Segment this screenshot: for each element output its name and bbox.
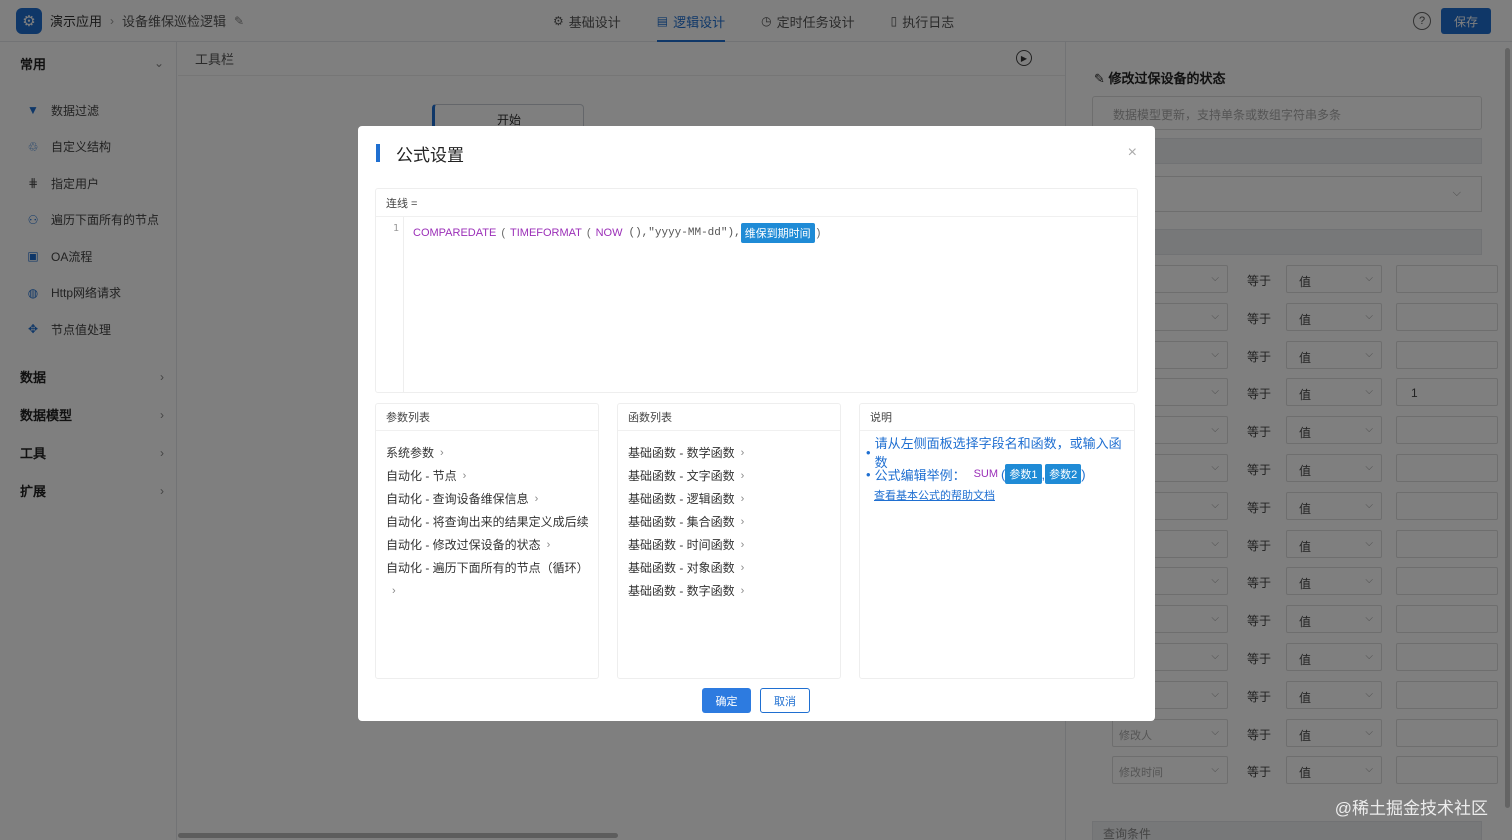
line-number: 1 — [376, 217, 404, 392]
chevron-right-icon: › — [740, 469, 745, 482]
functions-list-header: 函数列表 — [618, 404, 840, 431]
paren-token: ) — [816, 227, 821, 239]
function-item[interactable]: 基础函数 - 数字函数 › — [618, 579, 840, 602]
field-tag[interactable]: 维保到期时间 — [740, 223, 815, 243]
function-item[interactable]: 基础函数 - 数学函数 › — [618, 441, 840, 464]
chevron-right-icon: › — [462, 469, 467, 482]
confirm-button[interactable]: 确定 — [702, 688, 751, 713]
param-tag: 参数1 — [1005, 464, 1042, 484]
code-area[interactable]: 1 COMPAREDATE ( TIMEFORMAT ( NOW (),"yyy… — [376, 217, 1137, 392]
param-item[interactable]: 自动化 - 节点 › — [376, 464, 598, 487]
formula-code[interactable]: COMPAREDATE ( TIMEFORMAT ( NOW (),"yyyy-… — [413, 223, 825, 243]
chevron-right-icon: › — [740, 561, 745, 574]
notes-panel: 说明 • 请从左侧面板选择字段名和函数，或输入函数 • 公式编辑举例： SUM(参数1… — [859, 403, 1135, 679]
params-list-header: 参数列表 — [376, 404, 598, 431]
function-item[interactable]: 基础函数 - 时间函数 › — [618, 533, 840, 556]
chevron-right-icon: › — [392, 584, 396, 597]
formula-settings-dialog: 公式设置 × 连线 = 1 COMPAREDATE ( TIMEFORMAT (… — [358, 126, 1155, 721]
chevron-right-icon: › — [534, 492, 539, 505]
paren-token: ( — [501, 227, 505, 239]
editor-label: 连线 = — [376, 189, 1137, 217]
chevron-right-icon: › — [740, 446, 745, 459]
watermark: @稀土掘金技术社区 — [1334, 799, 1488, 818]
function-token: SUM — [973, 468, 999, 480]
function-item[interactable]: 基础函数 - 文字函数 › — [618, 464, 840, 487]
function-item[interactable]: 基础函数 - 集合函数 › — [618, 510, 840, 533]
notes-header: 说明 — [860, 404, 1134, 431]
dialog-title: 公式设置 — [376, 143, 464, 165]
formula-editor[interactable]: 连线 = 1 COMPAREDATE ( TIMEFORMAT ( NOW ()… — [375, 188, 1138, 393]
chevron-right-icon: › — [440, 446, 444, 459]
param-item[interactable]: 自动化 - 修改过保设备的状态 › — [376, 533, 598, 556]
functions-list-panel: 函数列表 基础函数 - 数学函数 › 基础函数 - 文字函数 › 基础函数 - 逻辑… — [617, 403, 841, 679]
param-item[interactable]: 系统参数 › — [376, 441, 598, 464]
close-icon[interactable]: × — [1128, 144, 1137, 162]
param-item[interactable]: 自动化 - 遍历下面所有的节点（循环） — [376, 556, 598, 579]
chevron-right-icon: › — [740, 492, 745, 505]
cancel-button[interactable]: 取消 — [760, 688, 810, 713]
function-token: TIMEFORMAT — [510, 227, 582, 239]
function-token: NOW — [595, 227, 623, 239]
argument-token: (),"yyyy-MM-dd"), — [628, 227, 741, 239]
param-item-chevron[interactable]: › — [376, 579, 598, 602]
chevron-right-icon: › — [546, 538, 551, 551]
chevron-right-icon: › — [740, 515, 745, 528]
paren-token: ( — [586, 227, 591, 239]
param-item[interactable]: 自动化 - 查询设备维保信息 › — [376, 487, 598, 510]
function-token: COMPAREDATE — [413, 227, 497, 239]
param-item[interactable]: 自动化 - 将查询出来的结果定义成后续 — [376, 510, 598, 533]
function-item[interactable]: 基础函数 - 逻辑函数 › — [618, 487, 840, 510]
chevron-right-icon: › — [740, 538, 745, 551]
param-tag: 参数2 — [1045, 464, 1082, 484]
params-list-panel: 参数列表 系统参数 › 自动化 - 节点 › 自动化 - 查询设备维保信息 › 自动化… — [375, 403, 599, 679]
help-doc-link[interactable]: 查看基本公式的帮助文档 — [860, 485, 1134, 505]
note-line: • 请从左侧面板选择字段名和函数，或输入函数 — [866, 436, 1122, 470]
function-item[interactable]: 基础函数 - 对象函数 › — [618, 556, 840, 579]
chevron-right-icon: › — [740, 584, 745, 597]
